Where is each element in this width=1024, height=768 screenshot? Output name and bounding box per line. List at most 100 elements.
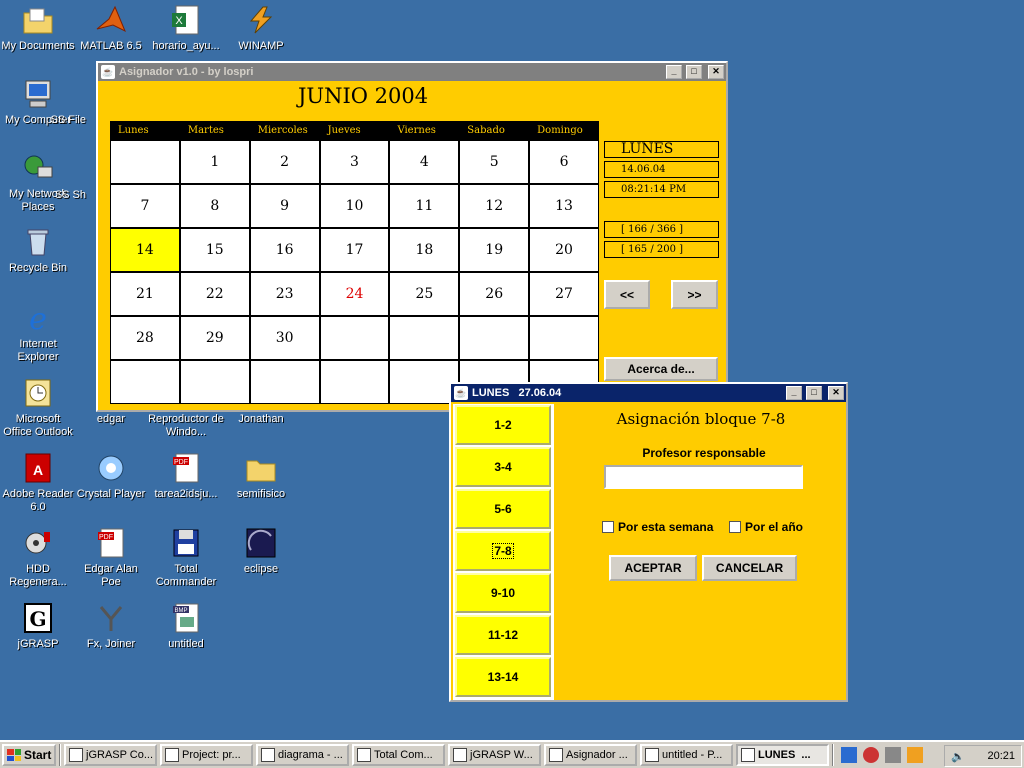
task-buttons: jGRASP Co... Project: pr... diagrama - ...… <box>64 744 829 766</box>
close-button[interactable]: ✕ <box>828 386 844 400</box>
clock[interactable]: 20:21 <box>987 750 1015 762</box>
week-checkbox-row[interactable]: Por esta semana <box>602 520 713 534</box>
calendar-day-10[interactable]: 10 <box>320 185 389 227</box>
calendar-day-9[interactable]: 9 <box>250 185 319 227</box>
slot-button-9-10[interactable]: 9-10 <box>455 573 551 613</box>
calendar-day-20[interactable]: 20 <box>530 229 598 271</box>
quick-launch-desktop-icon[interactable] <box>841 747 857 763</box>
calendar-day-1[interactable]: 1 <box>180 141 249 183</box>
desktop-icon-my-documents[interactable]: My Documents <box>0 4 76 53</box>
desktop-icon-jgrasp[interactable]: G jGRASP <box>0 602 76 651</box>
maximize-button[interactable]: □ <box>686 65 702 79</box>
desktop-icon-edgar[interactable]: edgar <box>73 413 149 426</box>
desktop-icon-recycle-bin[interactable]: Recycle Bin <box>0 226 76 275</box>
calendar-day-15[interactable]: 15 <box>180 229 249 271</box>
desktop-icon-matlab[interactable]: MATLAB 6.5 <box>73 4 149 53</box>
desktop-icon-winamp[interactable]: WINAMP <box>223 4 299 53</box>
calendar-day-27[interactable]: 27 <box>530 273 598 315</box>
taskbar-task-button[interactable]: jGRASP Co... <box>64 744 157 766</box>
taskbar-separator <box>832 744 834 766</box>
slot-button-1-2[interactable]: 1-2 <box>455 405 551 445</box>
asignador-titlebar[interactable]: ☕ Asignador v1.0 - by lospri _ □ ✕ <box>98 63 726 81</box>
professor-input[interactable] <box>604 465 803 489</box>
calendar-day-18[interactable]: 18 <box>390 229 459 271</box>
desktop-icon-tarea[interactable]: PDF tarea2idsju... <box>148 452 224 501</box>
calendar-day-19[interactable]: 19 <box>460 229 529 271</box>
desktop-icon-outlook[interactable]: Microsoft Office Outlook <box>0 377 76 439</box>
close-button[interactable]: ✕ <box>708 65 724 79</box>
maximize-button[interactable]: □ <box>806 386 822 400</box>
calendar-day-16[interactable]: 16 <box>250 229 319 271</box>
calendar-day-23[interactable]: 23 <box>250 273 319 315</box>
next-month-button[interactable]: >> <box>671 280 718 309</box>
desktop-icon-crystal-player[interactable]: Crystal Player <box>73 452 149 501</box>
svg-text:G: G <box>29 607 46 631</box>
week-checkbox[interactable] <box>602 521 614 533</box>
slot-button-13-14[interactable]: 13-14 <box>455 657 551 697</box>
desktop-icon-adobe-reader[interactable]: A Adobe Reader 6.0 <box>0 452 76 514</box>
calendar-day-30[interactable]: 30 <box>250 317 319 359</box>
calendar-day-22[interactable]: 22 <box>180 273 249 315</box>
outlook-icon <box>21 377 55 409</box>
desktop-icon-edgar-alan-poe[interactable]: PDF Edgar Alan Poe <box>73 527 149 589</box>
calendar-day-29[interactable]: 29 <box>180 317 249 359</box>
calendar-day-11[interactable]: 11 <box>390 185 459 227</box>
calendar-day-24[interactable]: 24 <box>320 273 389 315</box>
calendar-day-25[interactable]: 25 <box>390 273 459 315</box>
calendar-day-12[interactable]: 12 <box>460 185 529 227</box>
year-checkbox[interactable] <box>729 521 741 533</box>
taskbar-task-button[interactable]: diagrama - ... <box>256 744 349 766</box>
desktop-icon-jonathan[interactable]: Jonathan <box>223 413 299 426</box>
calendar-day-2[interactable]: 2 <box>250 141 319 183</box>
calendar-day-3[interactable]: 3 <box>320 141 389 183</box>
taskbar-task-button[interactable]: untitled - P... <box>640 744 733 766</box>
slot-button-7-8[interactable]: 7-8 <box>455 531 551 571</box>
start-button[interactable]: Start <box>2 744 56 766</box>
taskbar-task-button[interactable]: LUNES ... <box>736 744 829 766</box>
calendar-day-28[interactable]: 28 <box>111 317 179 359</box>
calendar-day-26[interactable]: 26 <box>460 273 529 315</box>
minimize-button[interactable]: _ <box>786 386 802 400</box>
calendar-day-6[interactable]: 6 <box>530 141 598 183</box>
desktop-icon-network[interactable]: My Network Places <box>0 152 76 214</box>
desktop-icon-reproductor[interactable]: Reproductor de Windo... <box>148 413 224 439</box>
calendar-day-21[interactable]: 21 <box>111 273 179 315</box>
taskbar-task-button[interactable]: Asignador ... <box>544 744 637 766</box>
desktop-icon-partial-sh[interactable]: SS Sh <box>46 189 86 202</box>
slot-button-3-4[interactable]: 3-4 <box>455 447 551 487</box>
minimize-button[interactable]: _ <box>666 65 682 79</box>
dialog-titlebar[interactable]: ☕ LUNES 27.06.04 _ □ ✕ <box>451 384 846 402</box>
desktop-icon-fx-joiner[interactable]: Fx, Joiner <box>73 602 149 651</box>
svg-text:A: A <box>33 462 43 478</box>
desktop-icon-partial-ss[interactable]: SS File <box>46 114 86 127</box>
year-checkbox-row[interactable]: Por el año <box>729 520 803 534</box>
quick-launch-winamp-icon[interactable] <box>907 747 923 763</box>
weekday-label: Viernes <box>397 125 436 136</box>
taskbar-task-button[interactable]: Total Com... <box>352 744 445 766</box>
slot-button-11-12[interactable]: 11-12 <box>455 615 551 655</box>
taskbar-task-button[interactable]: jGRASP W... <box>448 744 541 766</box>
calendar-day-4[interactable]: 4 <box>390 141 459 183</box>
previous-month-button[interactable]: << <box>604 280 650 309</box>
desktop-icon-total-commander[interactable]: Total Commander <box>148 527 224 589</box>
slot-button-5-6[interactable]: 5-6 <box>455 489 551 529</box>
desktop-icon-horario[interactable]: X horario_ayu... <box>148 4 224 53</box>
desktop-icon-eclipse[interactable]: eclipse <box>223 527 299 576</box>
cancel-button[interactable]: CANCELAR <box>702 555 797 581</box>
calendar-day-14[interactable]: 14 <box>111 229 179 271</box>
calendar-day-13[interactable]: 13 <box>530 185 598 227</box>
accept-button[interactable]: ACEPTAR <box>609 555 697 581</box>
about-button[interactable]: Acerca de... <box>604 357 718 381</box>
calendar-day-5[interactable]: 5 <box>460 141 529 183</box>
desktop-icon-untitled[interactable]: BMP untitled <box>148 602 224 651</box>
desktop-icon-internet-explorer[interactable]: e Internet Explorer <box>0 302 76 364</box>
desktop-icon-hdd-regenerator[interactable]: HDD Regenera... <box>0 527 76 589</box>
calendar-day-17[interactable]: 17 <box>320 229 389 271</box>
taskbar-task-button[interactable]: Project: pr... <box>160 744 253 766</box>
desktop-icon-semifisico[interactable]: semifisico <box>223 452 299 501</box>
calendar-day-7[interactable]: 7 <box>111 185 179 227</box>
volume-icon[interactable]: 🔈 <box>951 750 965 763</box>
quick-launch-media-icon[interactable] <box>863 747 879 763</box>
quick-launch-app-icon[interactable] <box>885 747 901 763</box>
calendar-day-8[interactable]: 8 <box>180 185 249 227</box>
